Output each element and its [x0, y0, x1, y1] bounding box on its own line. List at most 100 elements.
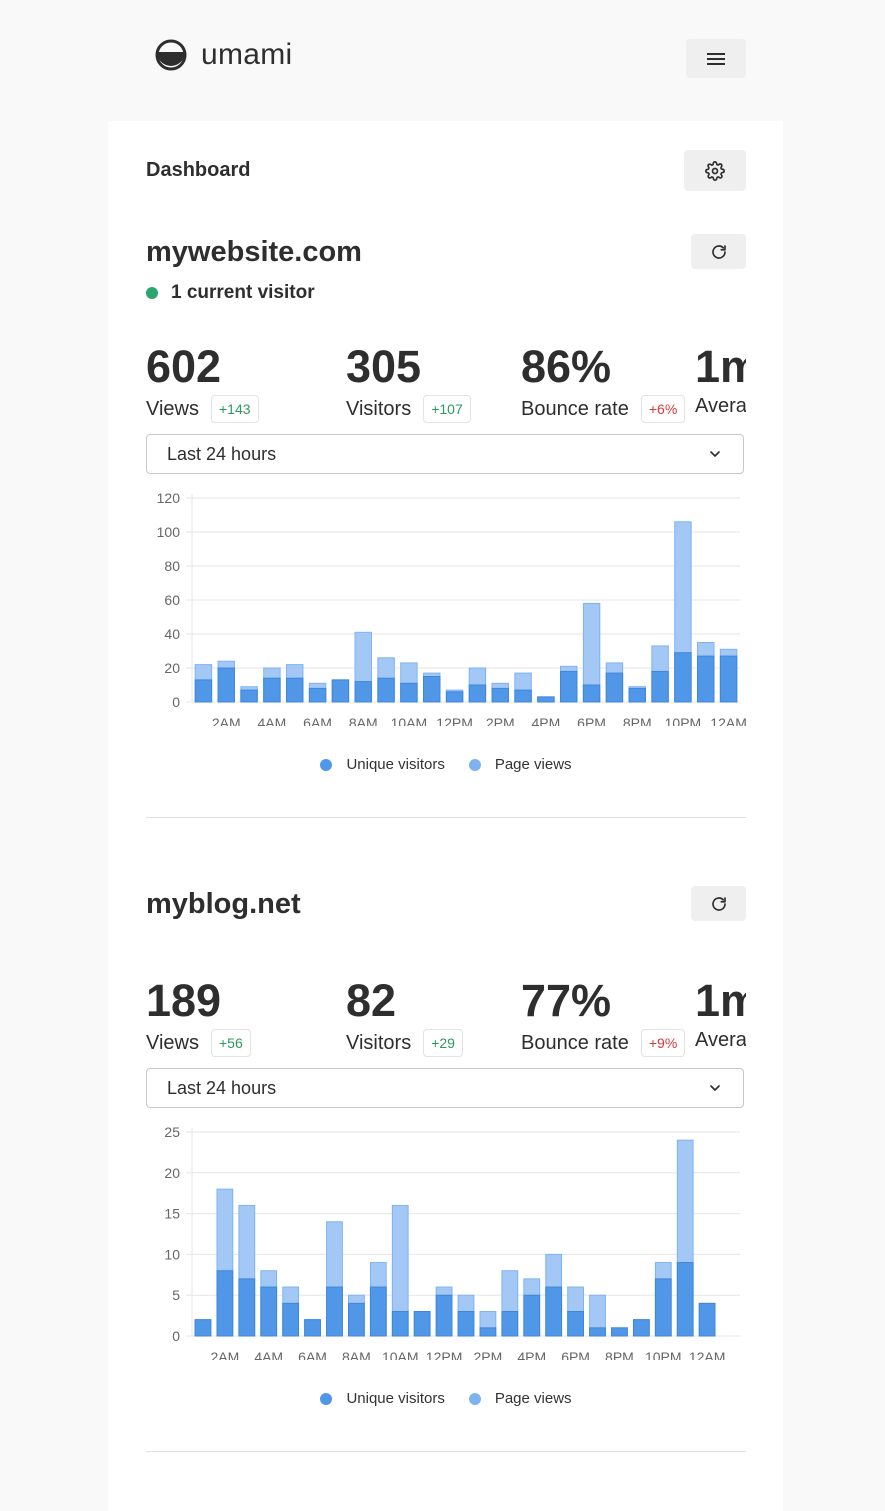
refresh-button[interactable] — [691, 886, 746, 921]
active-visitors-text: 1 current visitor — [171, 282, 315, 303]
metric-bounce-rate: 77% Bounce rate +9% — [521, 975, 686, 1057]
x-tick-label: 2PM — [486, 715, 515, 726]
legend-dot-icon — [320, 1392, 333, 1405]
bar-unique-visitors — [628, 687, 646, 703]
bar-unique-visitors — [698, 1302, 716, 1337]
y-tick-label: 10 — [164, 1246, 180, 1262]
metrics-bar: 189 Views +56 82 Visitors +29 77% Bounce… — [146, 975, 746, 1065]
legend-item-unique-visitors[interactable]: Unique visitors — [320, 1390, 445, 1407]
bar-unique-visitors — [400, 682, 418, 703]
active-visitors: 1 current visitor — [146, 282, 315, 304]
metric-views: 189 Views +56 — [146, 975, 251, 1057]
bar-unique-visitors — [326, 1286, 343, 1337]
bar-unique-visitors — [491, 687, 509, 703]
bar-unique-visitors — [217, 667, 235, 703]
x-tick-label: 2PM — [474, 1349, 503, 1360]
y-tick-label: 15 — [164, 1206, 180, 1222]
bar-unique-visitors — [697, 655, 715, 703]
bar-unique-visitors — [413, 1311, 431, 1337]
date-range-value: Last 24 hours — [167, 1077, 277, 1098]
metric-change-badge: +56 — [211, 1029, 251, 1057]
x-tick-label: 12PM — [426, 1349, 463, 1360]
divider — [146, 817, 746, 818]
legend-dot-icon — [468, 1392, 481, 1405]
date-range-value: Last 24 hours — [167, 443, 277, 464]
bar-unique-visitors — [567, 1311, 584, 1337]
bar-unique-visitors — [354, 681, 372, 703]
x-tick-label: 8AM — [349, 715, 378, 726]
metric-label: Avera — [695, 1029, 746, 1051]
metric-views: 602 Views +143 — [146, 341, 259, 423]
metric-change-badge: +143 — [211, 395, 259, 423]
metric-value: 189 — [146, 975, 222, 1026]
y-tick-label: 120 — [157, 490, 181, 506]
bar-unique-visitors — [479, 1327, 497, 1337]
website-name[interactable]: myblog.net — [146, 888, 301, 921]
metric-average-time: 1m Avera — [695, 341, 746, 418]
legend-label: Unique visitors — [346, 756, 445, 773]
bar-unique-visitors — [435, 1294, 453, 1337]
y-tick-label: 20 — [164, 660, 180, 676]
metric-change-badge: +6% — [640, 395, 686, 423]
refresh-button[interactable] — [691, 234, 746, 269]
x-tick-label: 2AM — [210, 1349, 239, 1360]
x-tick-label: 6PM — [561, 1349, 590, 1360]
legend-item-page-views[interactable]: Page views — [468, 756, 572, 773]
chevron-down-icon — [710, 1085, 720, 1091]
bar-unique-visitors — [331, 679, 350, 703]
chart-legend: Unique visitors Page views — [146, 1390, 746, 1407]
metric-value: 82 — [346, 975, 397, 1026]
legend-label: Page views — [494, 1390, 572, 1407]
legend-item-unique-visitors[interactable]: Unique visitors — [320, 756, 445, 773]
metric-value: 86% — [521, 341, 612, 392]
metric-value: 1m — [695, 341, 746, 392]
bar-unique-visitors — [369, 1286, 387, 1337]
bar-unique-visitors — [560, 670, 578, 703]
x-tick-label: 4AM — [254, 1349, 283, 1360]
app-name: umami — [201, 38, 293, 71]
date-range-select[interactable]: Last 24 hours — [146, 434, 744, 474]
bar-unique-visitors — [377, 677, 395, 703]
bar-unique-visitors — [514, 689, 532, 703]
x-tick-label: 10PM — [645, 1349, 682, 1360]
bar-unique-visitors — [632, 1319, 650, 1337]
bar-unique-visitors — [260, 1286, 278, 1337]
bar-unique-visitors — [501, 1311, 519, 1337]
active-dot-icon — [146, 287, 158, 299]
menu-button[interactable] — [686, 39, 746, 78]
bar-unique-visitors — [676, 1262, 694, 1337]
dashboard-panel: Dashboard mywebsite.com 1 current visito… — [108, 121, 783, 1511]
x-tick-label: 6AM — [298, 1349, 327, 1360]
hamburger-icon — [707, 50, 725, 68]
y-tick-label: 25 — [164, 1124, 180, 1140]
x-tick-label: 8PM — [623, 715, 652, 726]
chevron-down-icon — [710, 451, 720, 457]
settings-button[interactable] — [684, 150, 746, 191]
metric-label: Visitors — [346, 397, 412, 420]
bar-unique-visitors — [238, 1278, 256, 1337]
y-tick-label: 0 — [172, 1328, 180, 1344]
refresh-icon — [711, 244, 726, 259]
top-bar: umami — [0, 0, 885, 120]
y-tick-label: 40 — [164, 626, 180, 642]
bar-unique-visitors — [240, 689, 258, 703]
bar-chart: 0 20 40 60 80 100 120 2AM 4AM 6AM 8AM 10AM 12PM 2PM 4P… — [157, 490, 746, 726]
y-tick-label: 0 — [172, 694, 180, 710]
logo[interactable]: umami — [155, 38, 293, 72]
bar-unique-visitors — [605, 672, 624, 703]
bar-unique-visitors — [348, 1302, 365, 1337]
bar-unique-visitors — [423, 676, 441, 703]
legend-item-page-views[interactable]: Page views — [468, 1390, 572, 1407]
x-tick-label: 12PM — [436, 715, 473, 726]
x-tick-label: 2AM — [212, 715, 241, 726]
x-tick-label: 6PM — [577, 715, 606, 726]
pageviews-chart: 0 20 40 60 80 100 120 2AM 4AM 6AM 8AM 10AM 12PM 2PM 4P… — [146, 486, 746, 786]
metric-visitors: 305 Visitors +107 — [346, 341, 471, 423]
website-name[interactable]: mywebsite.com — [146, 236, 362, 269]
date-range-select[interactable]: Last 24 hours — [146, 1068, 744, 1108]
metric-bounce-rate: 86% Bounce rate +6% — [521, 341, 686, 423]
metric-label: Avera — [695, 395, 746, 417]
bar-unique-visitors — [582, 684, 601, 703]
x-tick-label: 10PM — [665, 715, 702, 726]
bar-unique-visitors — [457, 1311, 475, 1337]
